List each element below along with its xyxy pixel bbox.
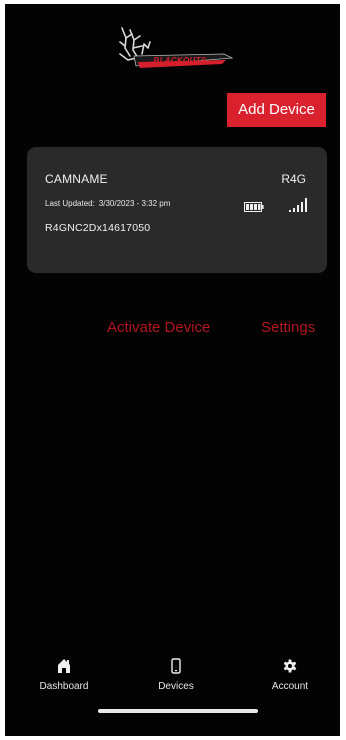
tab-devices[interactable]: Devices [136, 656, 216, 700]
phone-icon [171, 658, 181, 674]
tab-account[interactable]: Account [250, 656, 330, 700]
settings-link[interactable]: Settings [261, 319, 315, 336]
tab-label-account: Account [271, 681, 309, 692]
tab-label-devices: Devices [158, 681, 194, 692]
brand-logo: BLACKOUTS [114, 24, 240, 76]
signal-bars-icon [289, 198, 307, 212]
bottom-tab-bar: Dashboard Devices Account [5, 656, 340, 700]
home-indicator[interactable] [98, 709, 258, 713]
device-card[interactable]: CAMNAME R4G Last Updated: 3/30/2023 - 3:3… [27, 147, 327, 273]
antlers-logo-icon [119, 27, 234, 68]
tab-label-dashboard: Dashboard [39, 681, 89, 692]
camera-model: R4G [281, 172, 306, 186]
home-icon [58, 659, 70, 673]
device-serial: R4GNC2Dx14617050 [45, 222, 151, 234]
last-updated-label: Last Updated: [45, 199, 95, 208]
tab-dashboard[interactable]: Dashboard [24, 656, 104, 700]
activate-device-link[interactable]: Activate Device [107, 319, 210, 336]
gear-icon [283, 659, 297, 673]
add-device-button[interactable]: Add Device [227, 93, 326, 127]
last-updated: Last Updated: 3/30/2023 - 3:32 pm [45, 199, 170, 208]
app-screen: BLACKOUTS Add Device CAMNAME R4G Last Up… [5, 4, 340, 736]
battery-icon [244, 202, 264, 212]
logo-text: BLACKOUTS [153, 56, 207, 65]
camera-name: CAMNAME [45, 172, 108, 186]
last-updated-value: 3/30/2023 - 3:32 pm [98, 199, 171, 208]
